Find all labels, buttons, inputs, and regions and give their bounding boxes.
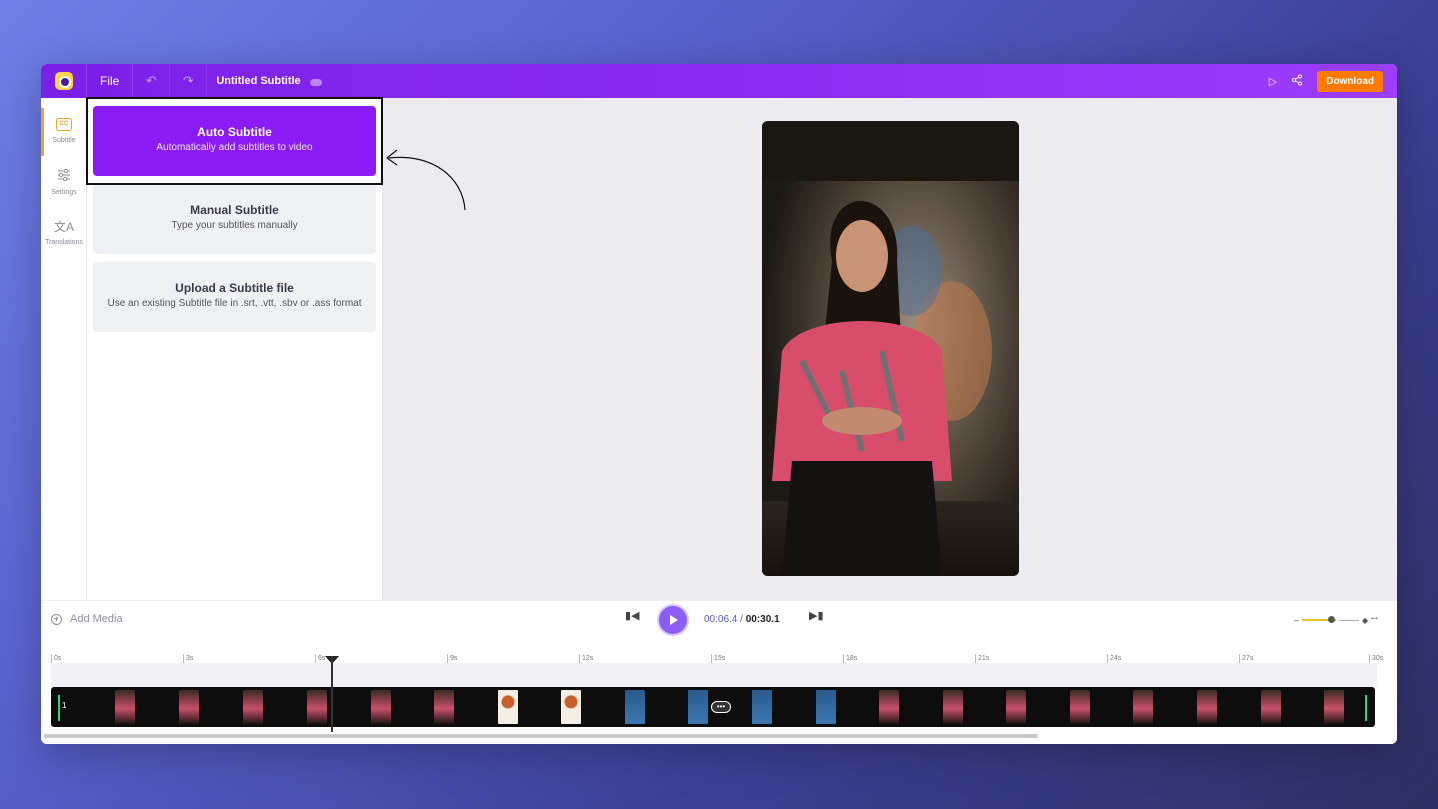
clip-thumbnail <box>943 690 963 724</box>
time-display: 00:06.4 / 00:30.1 <box>704 614 780 625</box>
option-title: Auto Subtitle <box>197 125 272 139</box>
rail-item-translations[interactable]: 文A Translations <box>41 218 87 246</box>
add-media-button[interactable]: Add Media <box>51 613 123 625</box>
clip-thumbnail <box>752 690 772 724</box>
time-tick: 27s <box>1239 654 1253 663</box>
clip-thumbnail <box>688 690 708 724</box>
timeline-scrollbar[interactable] <box>44 734 1038 738</box>
rail-item-label: Subtitle <box>52 137 76 144</box>
app-logo[interactable] <box>41 64 87 98</box>
option-description: Type your subtitles manually <box>171 220 298 231</box>
skip-back-icon[interactable]: ▮◀ <box>625 609 640 622</box>
clip-thumbnail <box>816 690 836 724</box>
time-tick: 6s <box>315 654 325 663</box>
download-button[interactable]: Download <box>1317 70 1383 92</box>
clip-start-handle[interactable] <box>58 695 60 721</box>
play-button[interactable] <box>659 606 687 634</box>
clip-thumbnail <box>243 690 263 724</box>
clip-thumbnail <box>498 690 518 724</box>
clip-thumbnail <box>434 690 454 724</box>
clip-thumbnail <box>1133 690 1153 724</box>
translate-icon: 文A <box>53 220 74 234</box>
redo-icon[interactable]: ↷ <box>170 64 208 98</box>
time-tick: 12s <box>579 654 593 663</box>
top-bar: File ↶ ↷ Untitled Subtitle ▷ Download <box>41 64 1397 98</box>
logo-icon <box>54 72 73 90</box>
rail-item-label: Settings <box>51 189 77 196</box>
more-options-icon[interactable]: ••• <box>711 701 731 713</box>
clip-thumbnail <box>115 690 135 724</box>
time-tick: 0s <box>51 654 61 663</box>
zoom-track-rest <box>1339 619 1360 621</box>
play-icon <box>670 615 678 625</box>
clip-thumbnail <box>1324 690 1344 724</box>
subtitle-track[interactable] <box>51 663 1377 687</box>
undo-icon[interactable]: ↶ <box>133 64 171 98</box>
add-media-label: Add Media <box>70 613 123 625</box>
time-separator: / <box>737 614 746 625</box>
option-description: Automatically add subtitles to video <box>156 142 313 153</box>
skip-forward-icon[interactable]: ▶▮ <box>809 609 824 622</box>
clip-thumbnail <box>1006 690 1026 724</box>
document-title[interactable]: Untitled Subtitle <box>216 75 300 87</box>
timeline: 0s 3s 6s 9s 12s 15s 18s 21s 24s 27s 30s … <box>41 638 1397 744</box>
zoom-out-icon[interactable]: – <box>1294 615 1299 625</box>
time-tick: 18s <box>843 654 857 663</box>
current-time: 00:06.4 <box>704 614 738 625</box>
clip-thumbnail <box>1197 690 1217 724</box>
time-tick: 21s <box>975 654 989 663</box>
video-preview[interactable] <box>762 121 1019 576</box>
time-tick: 9s <box>447 654 457 663</box>
player-controls: Add Media ▮◀ 00:06.4 / 00:30.1 ▶▮ – ◆ ↔ <box>41 600 1397 638</box>
video-clip-strip[interactable]: 1 ••• <box>51 687 1375 727</box>
clip-thumbnail <box>307 690 327 724</box>
plus-icon <box>51 613 62 625</box>
time-tick: 30s <box>1369 654 1383 663</box>
file-menu[interactable]: File <box>87 64 134 98</box>
video-frame-image <box>762 121 1019 576</box>
time-tick: 3s <box>183 654 193 663</box>
cloud-sync-icon <box>309 76 323 86</box>
subtitle-panel: Auto Subtitle Automatically add subtitle… <box>87 98 383 600</box>
clip-thumbnail <box>561 690 581 724</box>
auto-subtitle-option[interactable]: Auto Subtitle Automatically add subtitle… <box>93 106 376 176</box>
zoom-slider[interactable]: – ◆ <box>1294 615 1368 625</box>
clip-thumbnail <box>1261 690 1281 724</box>
document-title-area[interactable]: Untitled Subtitle <box>207 64 332 98</box>
track-number: 1 <box>62 701 67 710</box>
upload-subtitle-option[interactable]: Upload a Subtitle file Use an existing S… <box>93 262 376 332</box>
manual-subtitle-option[interactable]: Manual Subtitle Type your subtitles manu… <box>93 184 376 254</box>
time-tick: 15s <box>711 654 725 663</box>
editor-app: File ↶ ↷ Untitled Subtitle ▷ Download CC… <box>41 64 1397 744</box>
zoom-track[interactable] <box>1302 616 1337 623</box>
rail-item-settings[interactable]: Settings <box>41 168 87 196</box>
preview-play-icon[interactable]: ▷ <box>1269 75 1277 88</box>
annotation-arrow <box>385 149 466 211</box>
playhead[interactable] <box>331 656 333 732</box>
preview-area <box>383 98 1397 600</box>
option-title: Manual Subtitle <box>190 203 279 217</box>
clip-thumbnail <box>879 690 899 724</box>
share-icon[interactable] <box>1291 73 1303 89</box>
clip-thumbnail <box>1070 690 1090 724</box>
left-rail: CC Subtitle Settings 文A Translations <box>41 98 87 600</box>
sliders-icon <box>41 168 87 185</box>
fit-timeline-icon[interactable]: ↔ <box>1369 611 1380 623</box>
option-description: Use an existing Subtitle file in .srt, .… <box>107 298 362 309</box>
option-title: Upload a Subtitle file <box>175 281 294 295</box>
cc-icon: CC <box>56 118 72 131</box>
time-tick: 24s <box>1107 654 1121 663</box>
total-time: 00:30.1 <box>745 614 780 625</box>
clip-thumbnail <box>625 690 645 724</box>
clip-thumbnail <box>371 690 391 724</box>
rail-item-label: Translations <box>45 239 83 246</box>
clip-end-handle[interactable] <box>1365 695 1367 721</box>
rail-item-subtitle[interactable]: CC Subtitle <box>41 118 87 144</box>
zoom-in-icon[interactable]: ◆ <box>1362 616 1368 625</box>
clip-thumbnail <box>179 690 199 724</box>
